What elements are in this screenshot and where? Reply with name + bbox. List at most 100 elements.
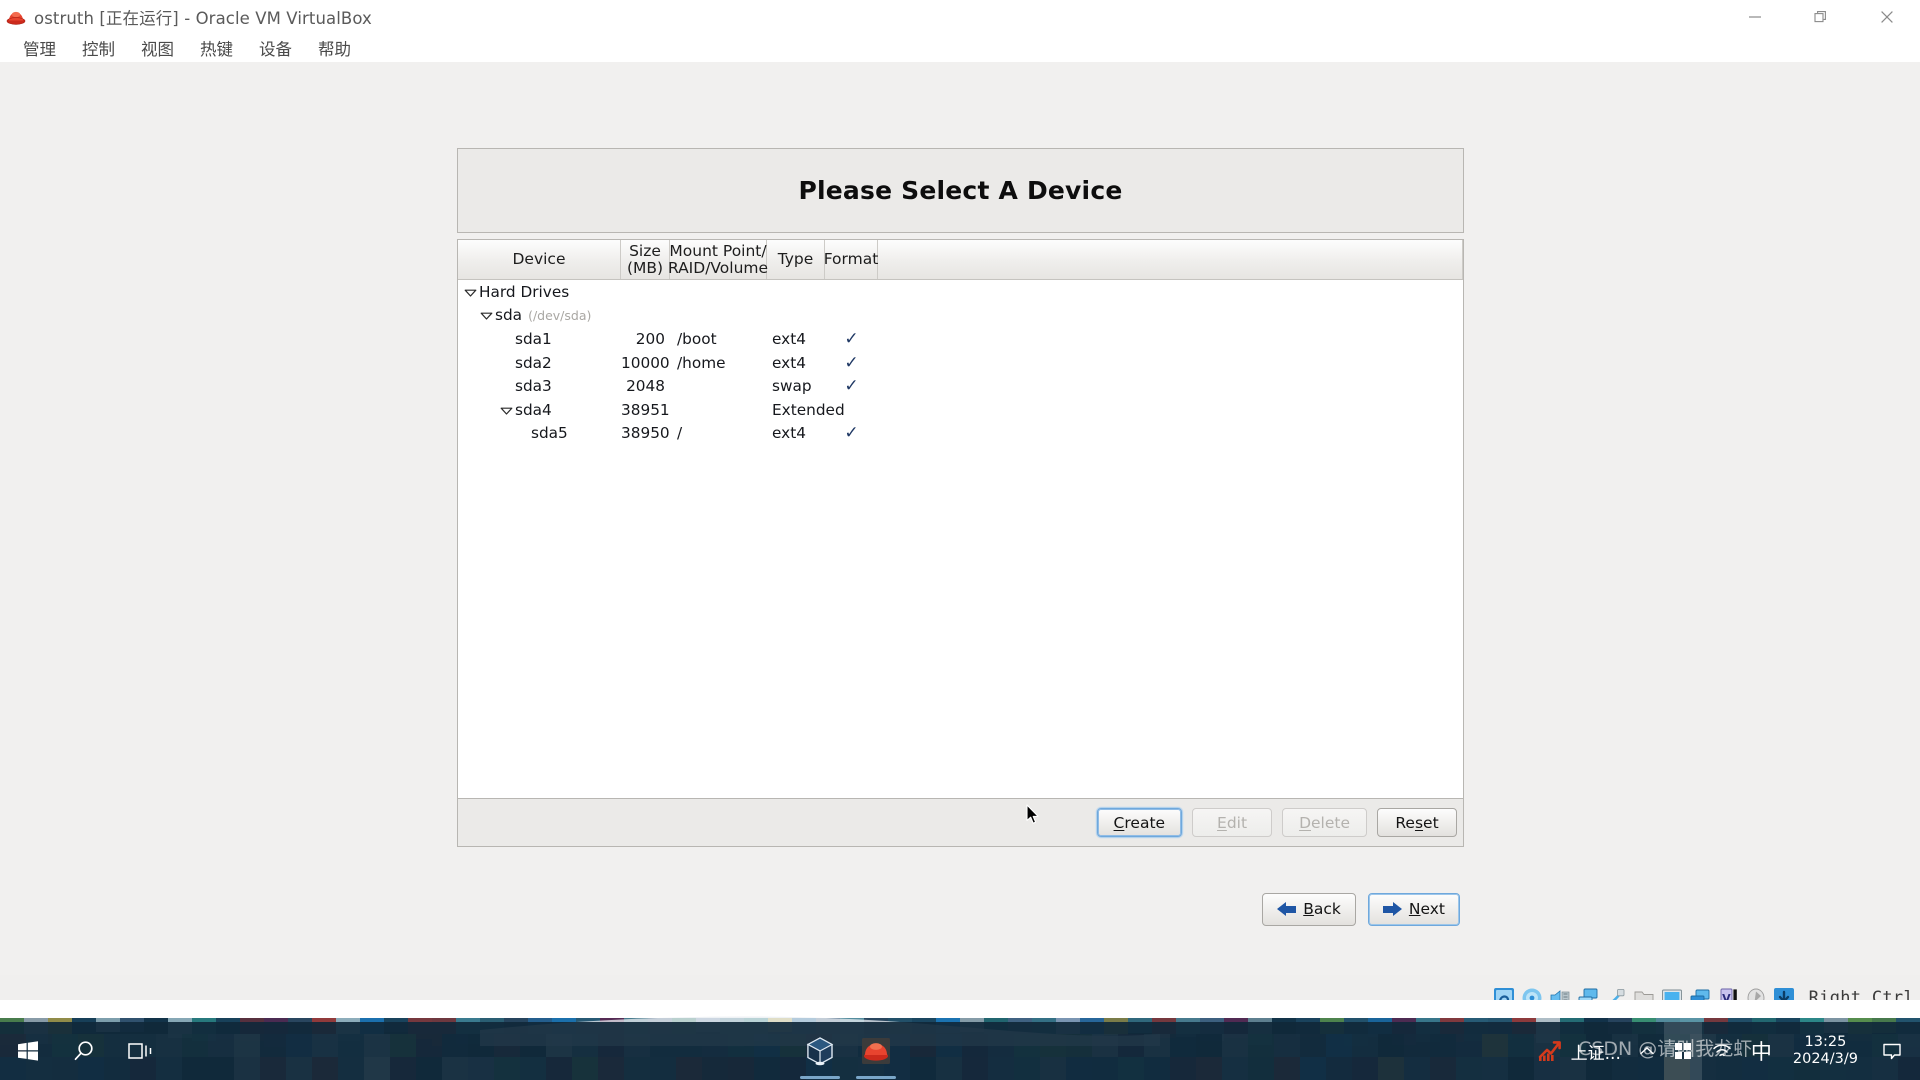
- column-header-mount-line2: RAID/Volume: [667, 258, 769, 277]
- cell-type: swap: [772, 377, 812, 396]
- delete-button[interactable]: Delete: [1282, 808, 1367, 837]
- taskbar-app-virtualbox[interactable]: [792, 1022, 848, 1080]
- cell-size: 38951: [621, 400, 670, 419]
- create-button[interactable]: Create: [1096, 808, 1183, 837]
- table-header: Device Size (MB) Mount Point/ RAID/Volum…: [458, 240, 1463, 280]
- menu-item-devices[interactable]: 设备: [246, 34, 305, 62]
- mouse-cursor: [1026, 804, 1040, 825]
- minimize-button[interactable]: [1722, 0, 1788, 34]
- page-title: Please Select A Device: [798, 176, 1123, 205]
- disclosure-triangle-icon[interactable]: [500, 401, 515, 419]
- wizard-nav-bar: Back Next: [457, 877, 1464, 941]
- virtualbox-title-bar: ostruth [正在运行] - Oracle VM VirtualBox: [0, 0, 1920, 34]
- cell-device: sda5: [458, 424, 621, 442]
- tray-windows-defender[interactable]: [1663, 1022, 1702, 1080]
- window-title: ostruth [正在运行] - Oracle VM VirtualBox: [34, 9, 372, 28]
- cell-type: ext4: [772, 424, 806, 443]
- edit-button[interactable]: Edit: [1192, 808, 1273, 837]
- column-header-filler: [878, 240, 1463, 279]
- menu-item-control[interactable]: 控制: [69, 34, 128, 62]
- format-check-icon: ✓: [844, 423, 859, 444]
- virtualbox-menu-bar: 管理 控制 视图 热键 设备 帮助: [0, 34, 1920, 62]
- close-button[interactable]: [1854, 0, 1920, 34]
- cell-device: sda (/dev/sda): [458, 306, 621, 324]
- menu-item-manage[interactable]: 管理: [10, 34, 69, 62]
- menu-item-hotkeys[interactable]: 热键: [187, 34, 246, 62]
- cell-type: ext4: [772, 353, 806, 372]
- window-controls: [1722, 0, 1920, 34]
- column-header-mount-line1: Mount Point/: [669, 241, 767, 260]
- table-body: Hard Drives sda (/dev/sda) sda1 200/boot ext4…: [458, 280, 1463, 445]
- format-check-icon: ✓: [844, 376, 859, 397]
- next-button[interactable]: Next: [1367, 892, 1460, 926]
- action-center-button[interactable]: [1870, 1022, 1914, 1080]
- table-row[interactable]: sda4 38951 Extended: [458, 398, 1463, 422]
- disclosure-triangle-icon[interactable]: [464, 283, 479, 301]
- chevron-up-icon: [1640, 1047, 1654, 1055]
- tray-stock-label: 上证...: [1570, 1043, 1621, 1064]
- column-header-mount-point[interactable]: Mount Point/ RAID/Volume: [667, 240, 769, 279]
- format-check-icon: ✓: [844, 328, 859, 349]
- tray-ime[interactable]: 中: [1742, 1022, 1781, 1080]
- anaconda-partition-dialog: Please Select A Device Device Size (MB) …: [457, 148, 1464, 973]
- tray-expand-button[interactable]: [1630, 1022, 1664, 1080]
- cell-mount-point: /boot: [677, 329, 717, 348]
- cell-device: sda1: [458, 330, 621, 348]
- arrow-left-icon: [1277, 901, 1297, 917]
- cell-size: 2048: [626, 377, 665, 396]
- restore-button[interactable]: [1788, 0, 1854, 34]
- column-header-size[interactable]: Size (MB): [621, 240, 670, 279]
- reset-button-label: Reset: [1395, 813, 1439, 832]
- device-name: sda1: [515, 329, 552, 348]
- table-row[interactable]: sda2 10000/home ext4 ✓: [458, 351, 1463, 375]
- device-name: sda2: [515, 353, 552, 372]
- device-name: sda: [495, 306, 523, 325]
- column-header-device[interactable]: Device: [458, 240, 621, 279]
- clock-date: 2024/3/9: [1792, 1051, 1858, 1067]
- device-path: (/dev/sda): [528, 307, 592, 323]
- wifi-icon: [1713, 1044, 1731, 1057]
- screen: ostruth [正在运行] - Oracle VM VirtualBox 管理: [0, 0, 1920, 1080]
- device-name: sda3: [515, 377, 552, 396]
- table-row[interactable]: sda5 38950 / ext4 ✓: [458, 422, 1463, 446]
- tray-stock-app[interactable]: 上证...: [1528, 1022, 1630, 1080]
- column-header-format[interactable]: Format: [824, 240, 878, 279]
- reset-button[interactable]: Reset: [1377, 808, 1457, 837]
- device-table: Device Size (MB) Mount Point/ RAID/Volum…: [457, 239, 1464, 799]
- disclosure-triangle-icon[interactable]: [480, 306, 495, 324]
- stock-trend-icon: [1538, 1041, 1561, 1061]
- cell-device: Hard Drives: [458, 283, 621, 301]
- taskbar-app-redhat[interactable]: [848, 1022, 904, 1080]
- device-name: Hard Drives: [479, 282, 570, 301]
- table-row[interactable]: Hard Drives: [458, 280, 1463, 304]
- delete-button-label: Delete: [1299, 813, 1350, 832]
- redhat-icon: [6, 7, 26, 27]
- menu-item-help[interactable]: 帮助: [305, 34, 364, 62]
- table-row[interactable]: sda1 200/boot ext4 ✓: [458, 327, 1463, 351]
- table-row[interactable]: sda (/dev/sda): [458, 304, 1463, 328]
- cell-device: sda4: [458, 401, 621, 419]
- task-view-button[interactable]: [112, 1022, 168, 1080]
- column-header-type[interactable]: Type: [767, 240, 825, 279]
- device-name: sda4: [515, 400, 552, 419]
- tray-network[interactable]: [1702, 1022, 1742, 1080]
- start-button[interactable]: [0, 1022, 56, 1080]
- flag-icon: [1674, 1043, 1691, 1059]
- table-row[interactable]: sda3 2048 swap ✓: [458, 374, 1463, 398]
- partition-action-bar: Create Edit Delete Reset: [457, 799, 1464, 847]
- action-center-icon: [1883, 1043, 1901, 1060]
- cell-size: 10000: [621, 353, 670, 372]
- back-button[interactable]: Back: [1262, 892, 1356, 926]
- device-name: sda5: [531, 424, 568, 443]
- menu-item-view[interactable]: 视图: [128, 34, 187, 62]
- dialog-title-panel: Please Select A Device: [457, 148, 1464, 233]
- column-header-size-line2: (MB): [626, 258, 664, 277]
- cell-device: sda3: [458, 377, 621, 395]
- search-button[interactable]: [56, 1022, 112, 1080]
- create-button-label: Create: [1113, 813, 1166, 832]
- windows-taskbar: 上证... 中 13:25 2024/3/9: [0, 1022, 1920, 1080]
- taskbar-clock[interactable]: 13:25 2024/3/9: [1781, 1022, 1870, 1080]
- arrow-right-icon: [1382, 901, 1402, 917]
- next-button-label: Next: [1408, 900, 1445, 918]
- edit-button-label: Edit: [1217, 813, 1248, 832]
